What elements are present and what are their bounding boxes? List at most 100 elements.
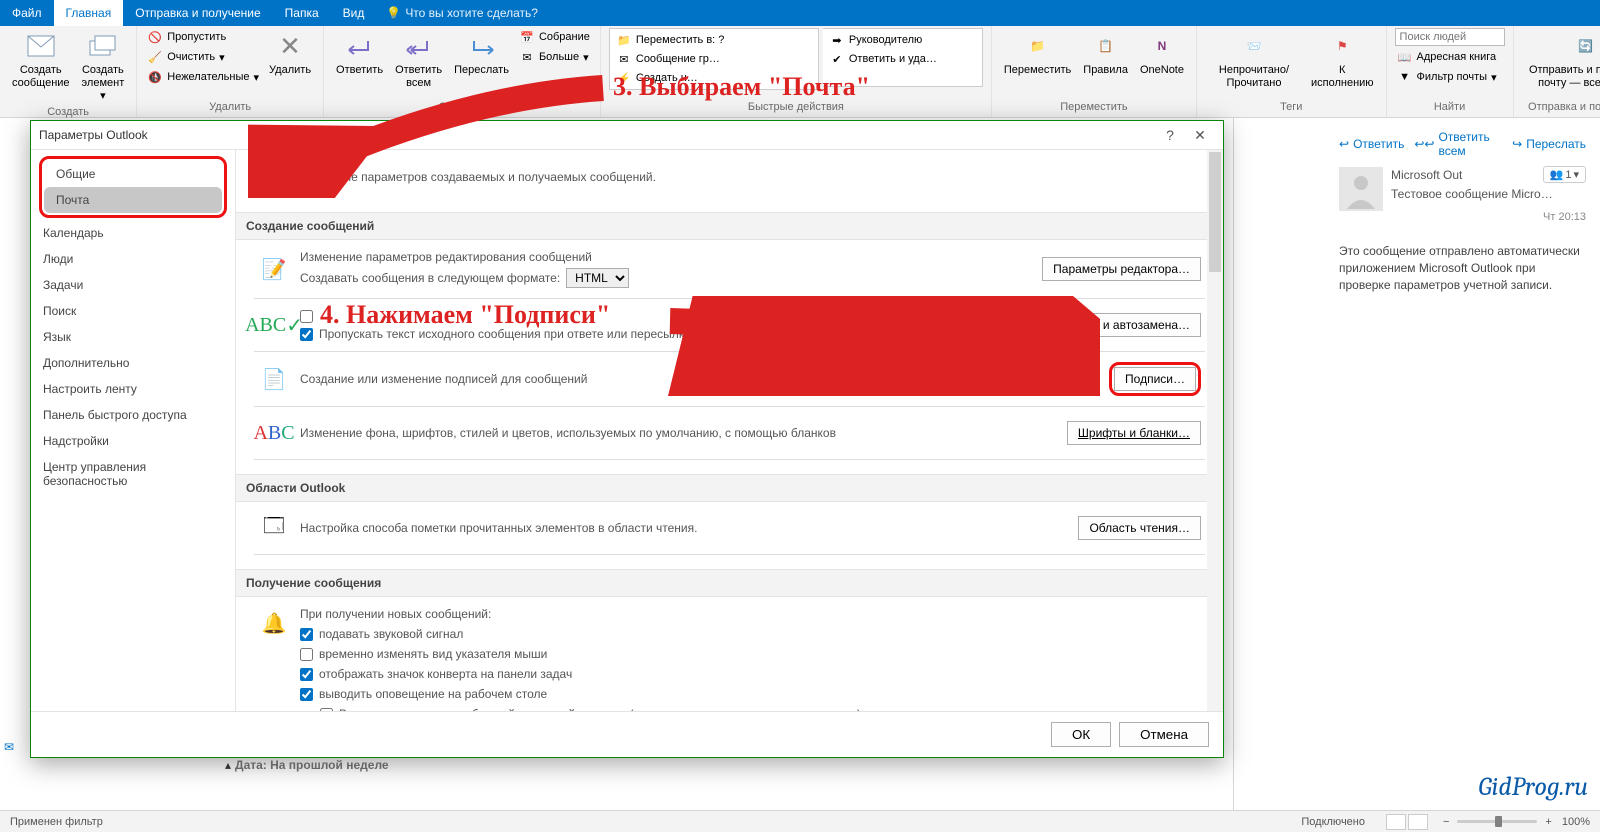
close-button[interactable]: ✕ bbox=[1185, 127, 1215, 144]
zoom-in-button[interactable]: + bbox=[1545, 816, 1551, 828]
broom-icon: 🧹 bbox=[147, 49, 163, 65]
onenote-button[interactable]: NOneNote bbox=[1136, 28, 1188, 79]
address-book-button[interactable]: 📖Адресная книга bbox=[1395, 48, 1505, 66]
view-reading-button[interactable] bbox=[1408, 814, 1428, 830]
stationery-fonts-button[interactable]: Шрифты и бланки… bbox=[1067, 421, 1201, 445]
tab-file[interactable]: Файл bbox=[0, 0, 54, 26]
send-receive-all-button[interactable]: 🔄Отправить и получить почту — все папки bbox=[1522, 28, 1600, 92]
qs-move-to[interactable]: 📁Переместить в: ? bbox=[614, 31, 814, 49]
more-respond-button[interactable]: ✉Больше ▾ bbox=[517, 48, 592, 66]
receive-head: При получении новых сообщений: bbox=[300, 607, 861, 621]
bell-icon: 🔔 bbox=[258, 607, 290, 639]
date-group-header[interactable]: ▴Дата: На прошлой неделе bbox=[225, 758, 389, 772]
send-check-spelling[interactable] bbox=[300, 310, 313, 323]
nav-mail-icon[interactable]: ✉ bbox=[4, 740, 24, 756]
clean-button[interactable]: 🧹Очистить ▾ bbox=[145, 48, 261, 66]
section-receive: Получение сообщения bbox=[236, 569, 1223, 597]
status-bar: Применен фильтр Подключено − + 100% bbox=[0, 810, 1600, 832]
label: Ответить bbox=[1353, 137, 1404, 151]
desktop-alert-checkbox[interactable] bbox=[300, 688, 313, 701]
people-count-badge[interactable]: 👥1 ▾ bbox=[1543, 166, 1586, 183]
tab-folder[interactable]: Папка bbox=[273, 0, 331, 26]
sidebar-item-trust-center[interactable]: Центр управления безопасностью bbox=[31, 454, 235, 494]
compose-format-select[interactable]: HTML bbox=[566, 268, 629, 288]
qs-team-msg[interactable]: ✉Сообщение гр… bbox=[614, 50, 814, 68]
signatures-button[interactable]: Подписи… bbox=[1114, 367, 1196, 391]
delete-icon: ✕ bbox=[274, 30, 306, 62]
status-filter: Применен фильтр bbox=[10, 816, 103, 828]
sidebar-item-search[interactable]: Поиск bbox=[31, 298, 235, 324]
cancel-button[interactable]: Отмена bbox=[1119, 722, 1209, 747]
new-item-button[interactable]: Создать элемент ▾ bbox=[78, 28, 129, 106]
group-new: Создать сообщение Создать элемент ▾ Созд… bbox=[0, 26, 137, 117]
filter-mail-button[interactable]: ▼Фильтр почты ▾ bbox=[1395, 68, 1505, 86]
reply-button[interactable]: Ответить bbox=[332, 28, 387, 79]
tab-home[interactable]: Главная bbox=[54, 0, 124, 26]
meeting-button[interactable]: 📅Собрание bbox=[517, 28, 592, 46]
sidebar-item-tasks[interactable]: Задачи bbox=[31, 272, 235, 298]
move-button[interactable]: 📁Переместить bbox=[1000, 28, 1075, 79]
read-unread-button[interactable]: 📨Непрочитано/ Прочитано bbox=[1205, 28, 1303, 92]
panes-label: Настройка способа пометки прочитанных эл… bbox=[300, 521, 697, 535]
tell-me-search[interactable]: 💡 Что вы хотите сделать? bbox=[376, 0, 548, 26]
avatar bbox=[1339, 167, 1383, 211]
sidebar-item-calendar[interactable]: Календарь bbox=[31, 220, 235, 246]
section-panes: Области Outlook bbox=[236, 474, 1223, 502]
ignore-icon: 🚫 bbox=[147, 29, 163, 45]
sidebar-item-qat[interactable]: Панель быстрого доступа bbox=[31, 402, 235, 428]
new-message-button[interactable]: Создать сообщение bbox=[8, 28, 74, 92]
reply-all-button[interactable]: Ответить всем bbox=[391, 28, 446, 92]
signature-icon: 📄 bbox=[258, 363, 290, 395]
edit-params-label: Изменение параметров редактирования сооб… bbox=[300, 250, 629, 264]
zoom-out-button[interactable]: − bbox=[1443, 816, 1449, 828]
label: Переслать bbox=[1526, 137, 1586, 151]
protected-preview-checkbox[interactable] bbox=[320, 708, 333, 712]
zoom-slider[interactable] bbox=[1457, 820, 1537, 823]
sidebar-item-addins[interactable]: Надстройки bbox=[31, 428, 235, 454]
sidebar-item-mail[interactable]: Почта bbox=[44, 187, 222, 213]
forward-button[interactable]: Переслать bbox=[450, 28, 513, 79]
sidebar-item-general[interactable]: Общие bbox=[44, 161, 222, 187]
skip-original-text-checkbox[interactable] bbox=[300, 328, 313, 341]
tray-checkbox[interactable] bbox=[300, 668, 313, 681]
sidebar-item-customize-ribbon[interactable]: Настроить ленту bbox=[31, 376, 235, 402]
help-button[interactable]: ? bbox=[1155, 127, 1185, 143]
tab-send-receive[interactable]: Отправка и получение bbox=[123, 0, 272, 26]
delete-button[interactable]: ✕ Удалить bbox=[265, 28, 315, 79]
qs-reply-delete[interactable]: ✔Ответить и уда… bbox=[827, 50, 978, 68]
view-normal-button[interactable] bbox=[1386, 814, 1406, 830]
label: Ответить всем bbox=[395, 64, 442, 90]
rules-button[interactable]: 📋Правила bbox=[1079, 28, 1132, 79]
qs-create-new[interactable]: ⚡Создать н… bbox=[614, 69, 814, 87]
sidebar-item-people[interactable]: Люди bbox=[31, 246, 235, 272]
tab-view[interactable]: Вид bbox=[331, 0, 377, 26]
label: Создать элемент bbox=[82, 64, 125, 89]
reading-pane-button[interactable]: Область чтения… bbox=[1078, 516, 1201, 540]
reply-link[interactable]: ↩Ответить bbox=[1339, 130, 1404, 158]
sidebar-item-advanced[interactable]: Дополнительно bbox=[31, 350, 235, 376]
watermark: GidProg.ru bbox=[1478, 772, 1588, 802]
spelling-autocorrect-button[interactable]: Орфография и автозамена… bbox=[1015, 313, 1201, 337]
scrollbar[interactable] bbox=[1207, 150, 1223, 711]
label: Пропустить bbox=[167, 31, 226, 43]
label: Переместить bbox=[1004, 64, 1071, 76]
ok-button[interactable]: ОК bbox=[1051, 722, 1111, 747]
reply-all-link[interactable]: ↩↩Ответить всем bbox=[1414, 130, 1502, 158]
search-people-input[interactable] bbox=[1395, 28, 1505, 46]
ignore-button[interactable]: 🚫 Пропустить bbox=[145, 28, 261, 46]
junk-button[interactable]: 🚯Нежелательные ▾ bbox=[145, 68, 261, 86]
mail-small-icon: ✉ bbox=[519, 49, 535, 65]
cursor-checkbox[interactable] bbox=[300, 648, 313, 661]
label: отображать значок конверта на панели зад… bbox=[319, 667, 572, 681]
fonts-label: Изменение фона, шрифтов, стилей и цветов… bbox=[300, 426, 836, 440]
rules-icon: 📋 bbox=[1090, 30, 1122, 62]
ribbon: Создать сообщение Создать элемент ▾ Созд… bbox=[0, 26, 1600, 118]
sound-checkbox[interactable] bbox=[300, 628, 313, 641]
sidebar-item-language[interactable]: Язык bbox=[31, 324, 235, 350]
forward-link[interactable]: ↪Переслать bbox=[1512, 130, 1586, 158]
editor-options-button[interactable]: Параметры редактора… bbox=[1042, 257, 1201, 281]
follow-up-button[interactable]: ⚑К исполнению bbox=[1307, 28, 1378, 92]
label: Ответить всем bbox=[1438, 130, 1502, 158]
status-connected: Подключено bbox=[1301, 816, 1365, 828]
qs-to-manager[interactable]: ➡Руководителю bbox=[827, 31, 978, 49]
